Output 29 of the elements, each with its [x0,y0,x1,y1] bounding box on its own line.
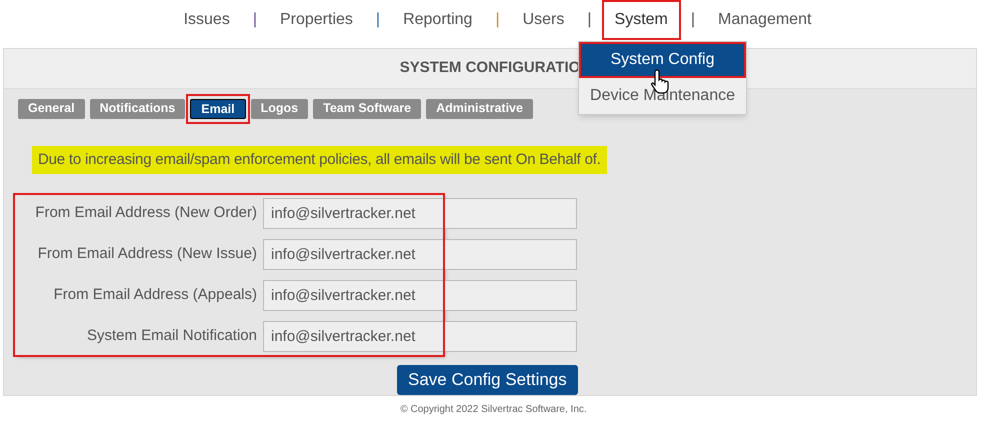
field-label: From Email Address (Appeals) [52,285,257,306]
nav-link[interactable]: Users [510,0,578,40]
nav-separator: | [252,10,258,30]
field-label: From Email Address (New Issue) [36,244,257,264]
tab[interactable]: Email [190,98,246,118]
nav-link[interactable]: Management [705,0,824,40]
email-field[interactable]: info@silvertracker.net [263,280,577,311]
tab[interactable]: General [18,98,85,118]
email-field[interactable]: info@silvertracker.net [263,321,577,352]
nav-link[interactable]: System [602,0,681,40]
menu-item[interactable]: System Config [579,42,746,78]
nav-separator: | [374,10,382,30]
email-field[interactable]: info@silvertracker.net [263,239,577,270]
nav-link[interactable]: Properties [266,0,366,40]
email-field[interactable]: info@silvertracker.net [263,198,577,229]
field-label: From Email Address (New Order) [34,203,257,224]
nav-link[interactable]: Issues [170,0,243,40]
tab[interactable]: Logos [250,98,308,118]
tab[interactable]: Notifications [90,98,186,118]
copyright-text: © Copyright 2022 Silvertrac Software, Inc. [399,403,588,417]
nav-separator: | [690,10,696,30]
tab[interactable]: Administrative [426,98,533,118]
notice-text: Due to increasing email/spam enforcement policies, all emails will be sent On Behalf of. [32,146,607,174]
nav-separator: | [494,10,501,30]
tab[interactable]: Team Software [313,98,422,118]
nav-link[interactable]: Reporting [390,0,486,40]
field-label: System Email Notification [86,326,257,346]
save-button[interactable]: Save Config Settings [397,365,578,395]
nav-separator: | [586,10,593,30]
